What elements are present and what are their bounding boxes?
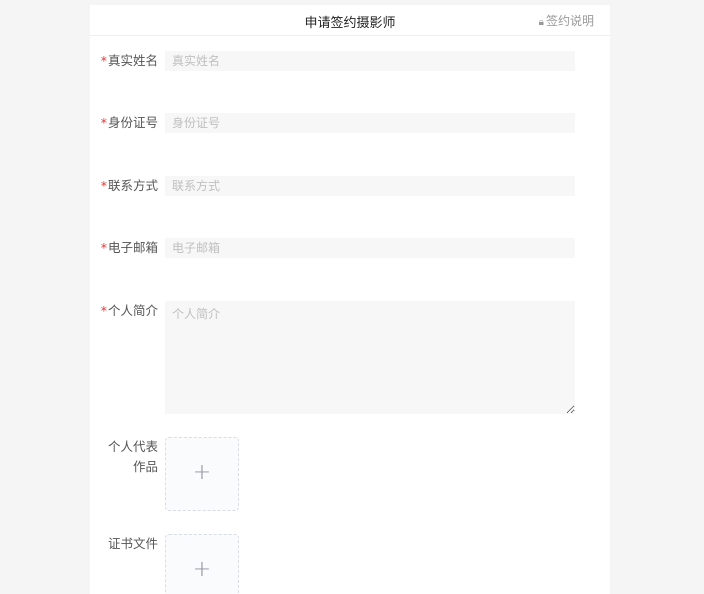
email-label: *电子邮箱 — [100, 240, 158, 255]
works-label: 个人代表作品 — [107, 439, 158, 474]
certificate-upload-button[interactable]: + — [165, 534, 239, 594]
apply-photographer-page: 申请签约摄影师 🔒︎签约说明 *真实姓名 *身份证号 *联系方式 *电子邮箱 *… — [90, 5, 610, 594]
works-upload-button[interactable]: + — [165, 437, 239, 511]
plus-icon: + — [192, 460, 212, 485]
contact-input[interactable] — [165, 176, 575, 196]
bio-textarea[interactable] — [165, 301, 575, 414]
required-mark: * — [100, 115, 107, 130]
real-name-input[interactable] — [165, 51, 575, 71]
real-name-label: *真实姓名 — [100, 53, 158, 68]
page-title: 申请签约摄影师 — [304, 16, 396, 31]
signing-instructions-link[interactable]: 🔒︎ 签约说明 — [539, 12, 594, 29]
required-mark: * — [100, 240, 107, 255]
lock-icon: 🔒︎ — [538, 17, 544, 28]
signing-instructions-label: 签约说明 — [545, 14, 594, 28]
email-input[interactable] — [165, 238, 575, 258]
bio-label: *个人简介 — [100, 303, 158, 318]
page-header: 申请签约摄影师 🔒︎ 签约说明 — [90, 5, 610, 36]
contact-label: *联系方式 — [100, 178, 158, 193]
certificate-label: 证书文件 — [107, 536, 158, 551]
required-mark: * — [100, 303, 107, 318]
id-number-label: *身份证号 — [100, 115, 158, 130]
id-number-input[interactable] — [165, 113, 575, 133]
required-mark: * — [100, 53, 107, 68]
required-mark: * — [100, 178, 107, 193]
plus-icon: + — [192, 557, 212, 582]
